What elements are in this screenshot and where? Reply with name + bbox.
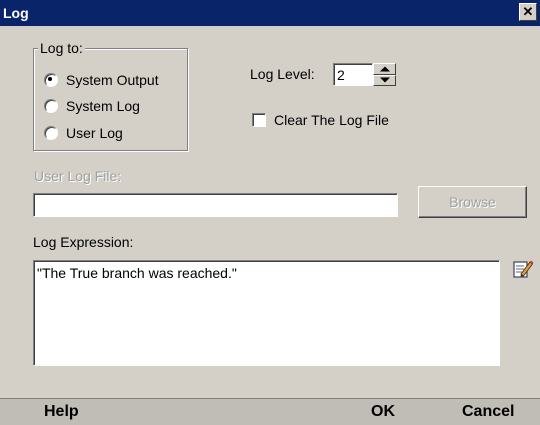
- log-level-label: Log Level:: [250, 66, 315, 82]
- radio-button[interactable]: [44, 126, 58, 140]
- log-level-value: 2: [337, 67, 345, 83]
- radio-user-log[interactable]: User Log: [44, 123, 123, 143]
- spin-up-button[interactable]: [373, 63, 396, 75]
- close-button[interactable]: ✕: [519, 3, 537, 21]
- title-bar[interactable]: [0, 0, 540, 26]
- clear-log-label: Clear The Log File: [274, 112, 389, 128]
- clear-log-checkbox[interactable]: [252, 113, 266, 127]
- cancel-button[interactable]: Cancel: [462, 403, 514, 421]
- log-level-stepper[interactable]: [373, 63, 396, 86]
- radio-system-log[interactable]: System Log: [44, 96, 140, 116]
- log-to-legend: Log to:: [38, 40, 85, 56]
- log-level-field[interactable]: 2: [333, 63, 373, 86]
- radio-label: User Log: [66, 125, 123, 141]
- radio-button-checked[interactable]: [44, 73, 58, 87]
- ok-button[interactable]: OK: [371, 403, 395, 421]
- radio-button[interactable]: [44, 99, 58, 113]
- user-log-file-field[interactable]: [33, 193, 398, 217]
- radio-label: System Log: [66, 98, 140, 114]
- clear-log-checkbox-row[interactable]: Clear The Log File: [252, 112, 389, 128]
- radio-label: System Output: [66, 72, 159, 88]
- window-title: Log: [3, 5, 29, 21]
- edit-pencil-icon[interactable]: [512, 258, 534, 280]
- radio-system-output[interactable]: System Output: [44, 70, 159, 90]
- log-expression-textarea[interactable]: "The True branch was reached.": [33, 260, 500, 366]
- button-bar: [0, 398, 540, 425]
- log-expression-label: Log Expression:: [33, 234, 134, 250]
- spin-down-button[interactable]: [373, 74, 396, 86]
- user-log-file-label: User Log File:: [34, 168, 122, 184]
- close-icon: ✕: [522, 4, 534, 19]
- log-expression-value: "The True branch was reached.": [37, 265, 237, 281]
- browse-button[interactable]: Browse: [418, 186, 527, 218]
- arrow-up-icon: [379, 66, 390, 72]
- help-button[interactable]: Help: [44, 403, 79, 421]
- arrow-down-icon: [379, 77, 390, 83]
